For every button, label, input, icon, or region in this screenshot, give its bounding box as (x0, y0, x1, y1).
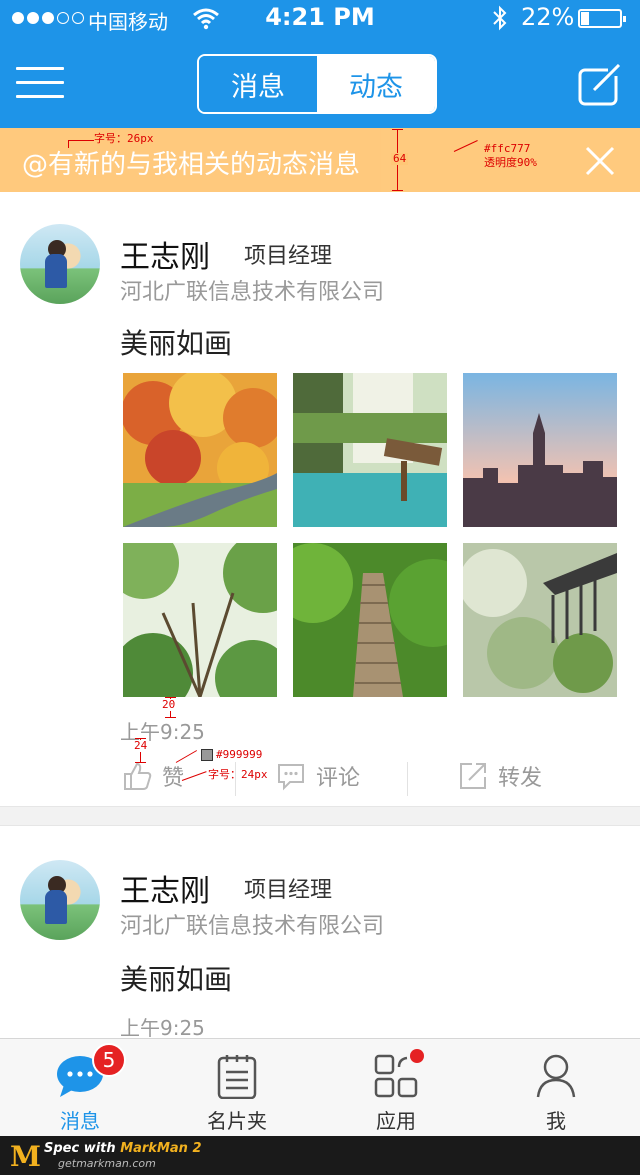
share-button[interactable]: 转发 (458, 760, 542, 792)
post-content: 美丽如画 (120, 327, 233, 360)
author-role: 项目经理 (244, 878, 333, 903)
annotation-height-64: 64 (391, 152, 409, 165)
markman-url[interactable]: getmarkman.com (58, 1157, 156, 1170)
post-separator (0, 806, 640, 826)
photo-city-skyline-sunset[interactable] (463, 373, 617, 527)
author-company: 河北广联信息技术有限公司 (120, 914, 385, 939)
markman-title: Spec with MarkMan 2 (44, 1141, 202, 1156)
photo-autumn-forest-road[interactable] (123, 373, 277, 527)
tab-me[interactable]: 我 (476, 1039, 636, 1137)
annotation-opacity: 透明度90% (484, 156, 537, 169)
share-label: 转发 (498, 766, 543, 791)
annotation-gap-24: 24 (134, 739, 148, 752)
clipboard-icon (217, 1055, 257, 1099)
battery-icon (578, 9, 626, 28)
tab-label: 消息 (60, 1109, 100, 1133)
author-role: 项目经理 (244, 244, 333, 269)
annotation-color-gray: #999999 (216, 748, 263, 761)
tab-label: 名片夹 (207, 1109, 267, 1133)
notice-text: @有新的与我相关的动态消息 (22, 150, 361, 180)
post-card: 王志刚 项目经理 河北广联信息技术有限公司 美丽如画 上午9:25 (0, 826, 640, 1040)
feed: 王志刚 项目经理 河北广联信息技术有限公司 美丽如画 上午9:25 20 24 … (0, 192, 640, 1040)
battery-percent: 22% (521, 3, 575, 31)
tab-messages-bottom[interactable]: 5 消息 (0, 1039, 160, 1137)
markman-footer: M Spec with MarkMan 2 getmarkman.com (0, 1136, 640, 1175)
like-button[interactable]: 赞 (122, 760, 184, 792)
photo-forest-stone-steps[interactable] (293, 543, 447, 697)
tab-cards[interactable]: 名片夹 (157, 1039, 317, 1137)
avatar[interactable] (20, 860, 100, 940)
like-label: 赞 (162, 766, 185, 791)
tab-messages[interactable]: 消息 (199, 56, 317, 112)
post-time: 上午9:25 (120, 1016, 205, 1040)
annotation-font-26: 字号：26px (94, 132, 154, 145)
annotation-color-notice: #ffc777 (484, 142, 531, 155)
post-card: 王志刚 项目经理 河北广联信息技术有限公司 美丽如画 上午9:25 20 24 … (0, 192, 640, 806)
comment-button[interactable]: 评论 (276, 760, 360, 792)
photo-tree-canopy[interactable] (123, 543, 277, 697)
author-company: 河北广联信息技术有限公司 (120, 280, 385, 305)
status-bar: 中国移动 4:21 PM 22% (0, 0, 640, 40)
tab-bar: 5 消息 名片夹 应用 我 (0, 1038, 640, 1136)
tab-activity[interactable]: 动态 (317, 56, 435, 112)
avatar[interactable] (20, 224, 100, 304)
tab-label: 我 (546, 1109, 566, 1133)
markman-logo: M (10, 1140, 41, 1173)
top-bar: 中国移动 4:21 PM 22% 消息 动态 (0, 0, 640, 128)
photo-forest-waterfall-sign[interactable] (293, 373, 447, 527)
thumbs-up-icon (124, 762, 152, 790)
author-name[interactable]: 王志刚 (120, 866, 210, 910)
segmented-control: 消息 动态 (197, 54, 437, 114)
person-icon (536, 1054, 576, 1098)
share-icon (460, 763, 486, 789)
photo-garden-railing-bokeh[interactable] (463, 543, 617, 697)
post-content: 美丽如画 (120, 963, 233, 996)
tab-apps[interactable]: 应用 (316, 1039, 476, 1137)
compose-icon[interactable] (578, 64, 622, 106)
menu-icon (16, 67, 64, 70)
annotation-gap-20: 20 (162, 698, 176, 711)
comment-label: 评论 (316, 766, 361, 791)
annotation-font-24: 字号：24px (208, 768, 268, 781)
tab-label: 应用 (376, 1109, 416, 1133)
apps-dot-badge (410, 1049, 424, 1063)
author-name[interactable]: 王志刚 (120, 232, 210, 276)
post-time: 上午9:25 (120, 720, 205, 744)
comment-icon (278, 764, 304, 791)
bluetooth-icon (493, 5, 507, 31)
menu-button[interactable] (16, 65, 64, 101)
close-icon[interactable] (584, 145, 616, 177)
unread-badge: 5 (92, 1043, 126, 1077)
